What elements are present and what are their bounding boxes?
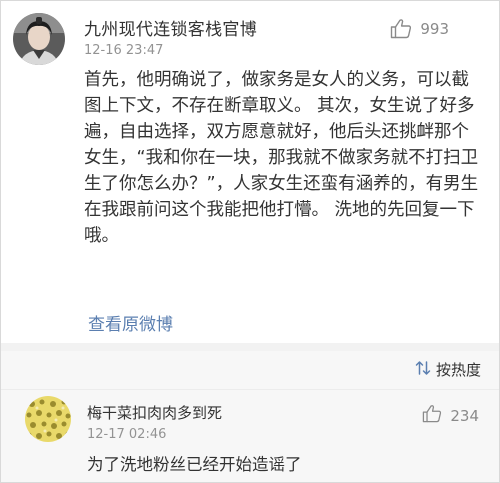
section-divider [1, 343, 499, 351]
sort-arrows-icon [415, 360, 431, 380]
comment-sort-bar: 按热度 [1, 351, 499, 390]
post-body: 首先，他明确说了，做家务是女人的义务，可以截图上下文，不存在断章取义。 其次，女… [84, 70, 479, 246]
comment-like-button[interactable]: 234 [422, 404, 479, 427]
post-like-count: 993 [420, 19, 449, 38]
sort-by-hot-button[interactable]: 按热度 [415, 359, 481, 380]
sort-label: 按热度 [435, 361, 481, 379]
post-username[interactable]: 九州现代连锁客栈官博 [84, 15, 257, 40]
comment-text: 为了洗地粉丝已经开始造谣了 [87, 455, 302, 474]
comment-username[interactable]: 梅干菜扣肉肉多到死 [87, 402, 222, 423]
post-like-button[interactable]: 993 [390, 18, 449, 39]
comment-timestamp: 12-17 02:46 [87, 427, 167, 442]
main-post: 九州现代连锁客栈官博 12-16 23:47 993 首先，他明确说了，做家务是… [1, 1, 499, 341]
post-timestamp: 12-16 23:47 [84, 43, 164, 58]
view-original-link[interactable]: 查看原微博 [88, 310, 173, 335]
weibo-comment-view: 九州现代连锁客栈官博 12-16 23:47 993 首先，他明确说了，做家务是… [0, 0, 500, 483]
comment-item: 梅干菜扣肉肉多到死 12-17 02:46 234 为了洗地粉丝已经开始造谣了 [1, 390, 499, 482]
avatar[interactable] [25, 396, 71, 442]
avatar[interactable] [13, 13, 65, 65]
comment-like-count: 234 [450, 406, 479, 425]
thumbs-up-icon [422, 404, 442, 427]
thumbs-up-icon [390, 18, 412, 39]
